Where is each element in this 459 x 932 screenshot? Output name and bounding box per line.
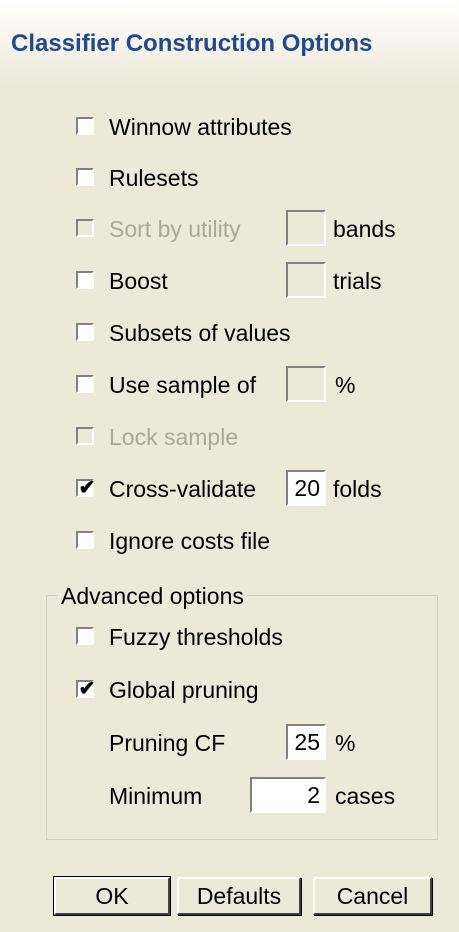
fuzzy-row[interactable]: Fuzzy thresholds xyxy=(0,616,459,656)
ok-button[interactable]: OK xyxy=(53,876,171,916)
boost-row[interactable]: Boost trials xyxy=(0,260,459,300)
winnow-label: Winnow attributes xyxy=(109,114,292,140)
ignore-costs-label: Ignore costs file xyxy=(109,528,271,554)
boost-trials-field[interactable] xyxy=(286,262,326,298)
cross-validate-label: Cross-validate xyxy=(109,476,256,502)
pruning-cf-unit-label: % xyxy=(335,730,356,756)
percent-unit-label: % xyxy=(335,372,356,398)
defaults-button[interactable]: Defaults xyxy=(177,877,301,915)
window-title: Classifier Construction Options xyxy=(11,30,373,57)
minimum-row: Minimum 2 cases xyxy=(0,775,459,815)
winnow-checkbox[interactable] xyxy=(76,117,94,135)
subsets-checkbox[interactable] xyxy=(76,323,94,341)
winnow-row[interactable]: Winnow attributes xyxy=(0,106,459,146)
subsets-row[interactable]: Subsets of values xyxy=(0,312,459,352)
sort-by-utility-row: Sort by utility bands xyxy=(0,208,459,248)
lock-sample-checkbox xyxy=(76,427,94,445)
ignore-costs-row[interactable]: Ignore costs file xyxy=(0,520,459,560)
checkmark-icon: ✔ xyxy=(78,477,96,499)
rulesets-label: Rulesets xyxy=(109,165,199,191)
subsets-label: Subsets of values xyxy=(109,320,291,346)
sort-by-utility-label: Sort by utility xyxy=(109,216,241,242)
title-bar: Classifier Construction Options xyxy=(0,0,459,90)
boost-label: Boost xyxy=(109,268,168,294)
cancel-button[interactable]: Cancel xyxy=(313,877,432,915)
folds-unit-label: folds xyxy=(333,476,382,502)
cross-validate-checkbox[interactable]: ✔ xyxy=(76,477,95,499)
sort-by-utility-checkbox xyxy=(76,219,94,237)
sort-by-utility-bands-field xyxy=(286,210,326,246)
minimum-cases-field[interactable]: 2 xyxy=(250,777,326,813)
sample-row[interactable]: Use sample of % xyxy=(0,364,459,404)
sample-percent-field[interactable] xyxy=(286,366,326,402)
ignore-costs-checkbox[interactable] xyxy=(76,531,94,549)
rulesets-checkbox[interactable] xyxy=(76,168,94,186)
advanced-options-legend: Advanced options xyxy=(58,583,247,610)
global-pruning-label: Global pruning xyxy=(109,677,259,703)
cross-validate-row[interactable]: ✔ Cross-validate 20 folds xyxy=(0,468,459,508)
global-pruning-checkbox[interactable]: ✔ xyxy=(76,678,95,700)
sample-label: Use sample of xyxy=(109,372,257,398)
global-pruning-row[interactable]: ✔ Global pruning xyxy=(0,669,459,709)
checkmark-icon: ✔ xyxy=(78,678,96,700)
pruning-cf-field[interactable]: 25 xyxy=(286,724,326,760)
lock-sample-row: Lock sample xyxy=(0,416,459,456)
lock-sample-label: Lock sample xyxy=(109,424,239,450)
fuzzy-checkbox[interactable] xyxy=(76,627,94,645)
trials-unit-label: trials xyxy=(333,268,382,294)
pruning-cf-row: Pruning CF 25 % xyxy=(0,722,459,762)
cases-unit-label: cases xyxy=(335,783,396,809)
boost-checkbox[interactable] xyxy=(76,271,94,289)
rulesets-row[interactable]: Rulesets xyxy=(0,157,459,197)
fuzzy-label: Fuzzy thresholds xyxy=(109,624,283,650)
minimum-label: Minimum xyxy=(109,783,203,809)
bands-unit-label: bands xyxy=(333,216,396,242)
sample-checkbox[interactable] xyxy=(76,375,94,393)
pruning-cf-label: Pruning CF xyxy=(109,730,226,756)
cross-validate-folds-field[interactable]: 20 xyxy=(286,470,326,506)
